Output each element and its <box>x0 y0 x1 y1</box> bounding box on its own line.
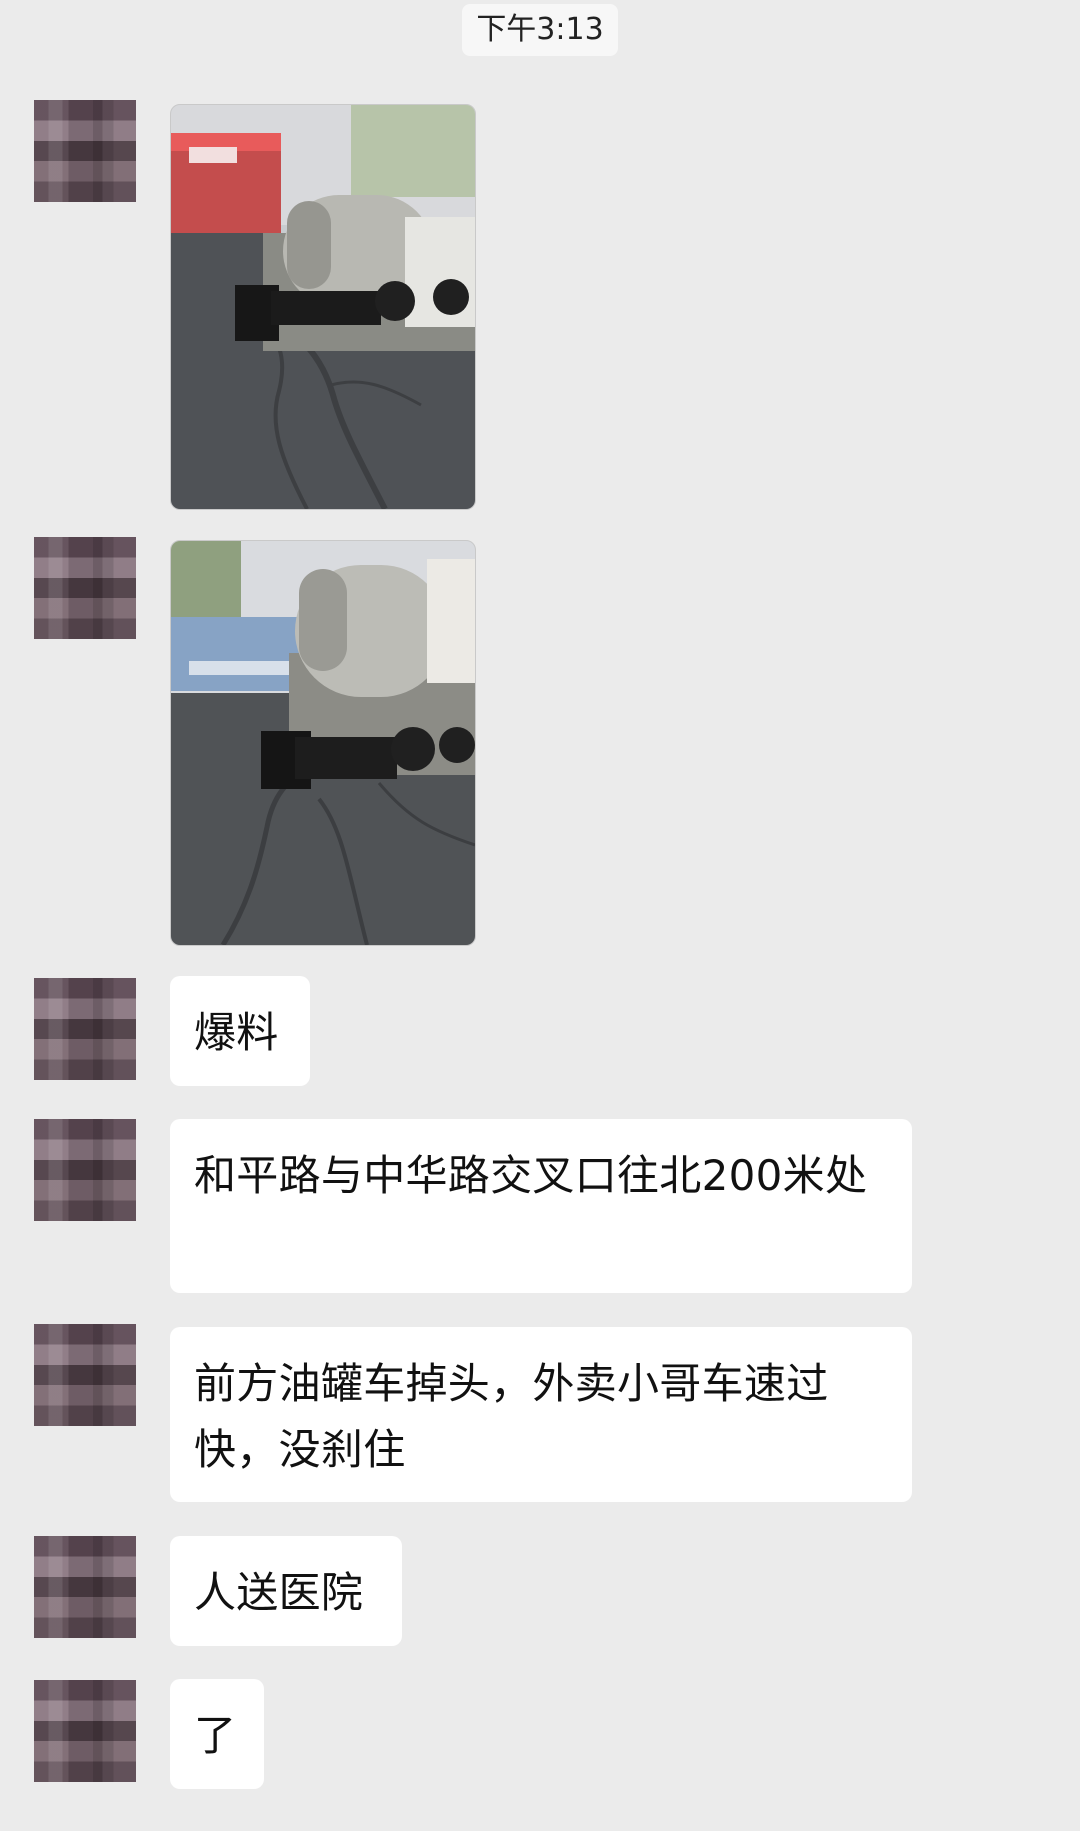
message-bubble: 了 <box>170 1679 264 1789</box>
sender-avatar[interactable] <box>34 1119 136 1221</box>
message-text: 前方油罐车掉头，外卖小哥车速过快，没刹住 <box>194 1359 829 1474</box>
message-text: 了 <box>194 1711 237 1760</box>
message-image[interactable] <box>170 540 476 946</box>
message-text: 爆料 <box>194 1008 279 1057</box>
sender-avatar[interactable] <box>34 1680 136 1782</box>
message-bubble: 人送医院 <box>170 1536 402 1646</box>
message-bubble: 和平路与中华路交叉口往北200米处 <box>170 1119 912 1293</box>
message-text: 人送医院 <box>194 1568 364 1617</box>
sender-avatar[interactable] <box>34 978 136 1080</box>
message-text: 和平路与中华路交叉口往北200米处 <box>194 1151 868 1200</box>
sender-avatar[interactable] <box>34 1324 136 1426</box>
sender-avatar[interactable] <box>34 537 136 639</box>
message-image[interactable] <box>170 104 476 510</box>
sender-avatar[interactable] <box>34 1536 136 1638</box>
accident-photo-icon <box>171 105 475 509</box>
accident-photo-icon <box>171 541 475 945</box>
message-bubble: 前方油罐车掉头，外卖小哥车速过快，没刹住 <box>170 1327 912 1502</box>
sender-avatar[interactable] <box>34 100 136 202</box>
message-bubble: 爆料 <box>170 976 310 1086</box>
chat-timestamp: 下午3:13 <box>462 4 618 56</box>
